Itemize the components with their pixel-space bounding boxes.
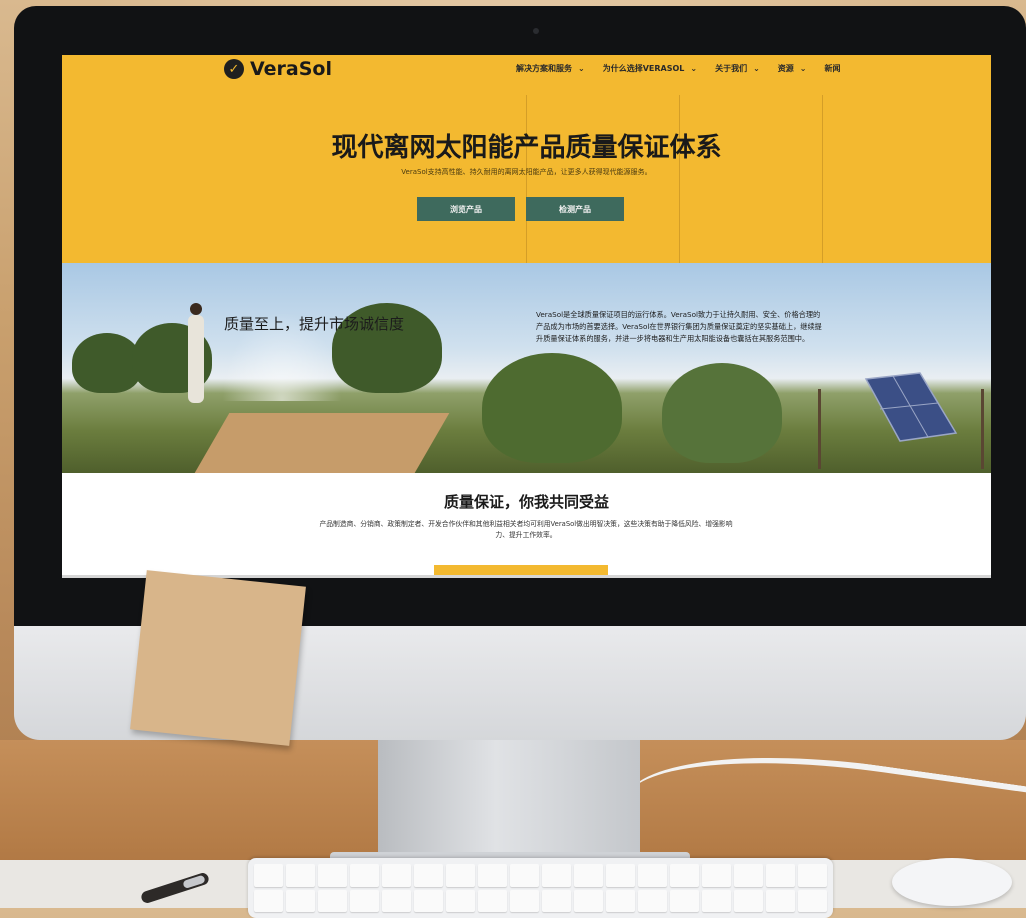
chevron-down-icon: ⌄ <box>799 64 807 73</box>
keyboard-key <box>542 864 571 887</box>
hero-divider <box>679 95 680 265</box>
corn-plants <box>482 353 622 463</box>
banner-headline: 质量至上，提升市场诚信度 <box>224 315 405 333</box>
keyboard-key <box>318 864 347 887</box>
keyboard-key <box>734 889 763 912</box>
mouse <box>892 858 1012 906</box>
keyboard-key <box>798 889 827 912</box>
main-nav: 解决方案和服务 ⌄ 为什么选择VERASOL ⌄ 关于我们 ⌄ 资源 ⌄ 新闻 <box>516 63 840 74</box>
farmer-figure <box>188 303 204 403</box>
keyboard-key <box>414 889 443 912</box>
keyboard-key <box>766 889 795 912</box>
keyboard-key <box>254 864 283 887</box>
nav-item-about[interactable]: 关于我们 ⌄ <box>715 63 760 74</box>
chevron-down-icon: ⌄ <box>690 64 698 73</box>
keyboard-key <box>574 889 603 912</box>
keyboard-key <box>542 889 571 912</box>
sticky-note <box>130 570 306 746</box>
keyboard-key <box>382 889 411 912</box>
keyboard-key <box>414 864 443 887</box>
keyboard-key <box>286 864 315 887</box>
corn-plants <box>662 363 782 463</box>
keyboard-key <box>318 889 347 912</box>
keyboard-key <box>510 864 539 887</box>
keyboard-key <box>446 864 475 887</box>
chevron-down-icon: ⌄ <box>578 64 585 73</box>
keyboard-key <box>350 889 379 912</box>
keyboard-key <box>478 864 507 887</box>
keyboard-key <box>478 889 507 912</box>
dirt-path <box>194 413 450 473</box>
keyboard-key <box>382 864 411 887</box>
test-products-button[interactable]: 检测产品 <box>526 197 624 221</box>
keyboard-key <box>446 889 475 912</box>
keyboard-key <box>254 889 283 912</box>
solar-panel <box>864 372 958 442</box>
nav-item-why-verasol[interactable]: 为什么选择VERASOL ⌄ <box>603 63 697 74</box>
section-cta-button[interactable] <box>434 565 608 575</box>
hero-divider <box>822 95 823 265</box>
keyboard-key <box>574 864 603 887</box>
browse-products-button[interactable]: 浏览产品 <box>417 197 515 221</box>
hero-photo-banner: 质量至上，提升市场诚信度 VeraSol是全球质量保证项目的运行体系。VeraS… <box>62 263 991 473</box>
hero-subtitle: VeraSol支持高性能、持久耐用的离网太阳能产品，让更多人获得现代能源服务。 <box>401 168 652 176</box>
keyboard-key <box>286 889 315 912</box>
keyboard-key <box>734 864 763 887</box>
section-title: 质量保证，你我共同受益 <box>443 493 609 511</box>
hero-section: ✓ VeraSol 解决方案和服务 ⌄ 为什么选择VERASOL ⌄ 关于我们 ⌄ 资… <box>62 55 991 265</box>
keyboard-key <box>350 864 379 887</box>
nav-item-news[interactable]: 新闻 <box>824 63 840 74</box>
nav-item-resources[interactable]: 资源 ⌄ <box>778 63 807 74</box>
banner-description: VeraSol是全球质量保证项目的运行体系。VeraSol致力于让持久耐用、安全… <box>536 310 822 343</box>
keyboard-key <box>638 889 667 912</box>
keyboard-key <box>798 864 827 887</box>
browser-screen: ✓ VeraSol 解决方案和服务 ⌄ 为什么选择VERASOL ⌄ 关于我们 ⌄ 资… <box>62 55 991 575</box>
keyboard-key <box>670 864 699 887</box>
keyboard-key <box>670 889 699 912</box>
keyboard-key <box>638 864 667 887</box>
nav-item-solutions[interactable]: 解决方案和服务 ⌄ <box>516 63 585 74</box>
benefits-section: 质量保证，你我共同受益 产品制造商、分销商、政策制定者、开发合作伙伴和其他利益相… <box>62 473 991 575</box>
keyboard-key <box>702 889 731 912</box>
check-circle-icon: ✓ <box>224 59 244 79</box>
keyboard-key <box>702 864 731 887</box>
monitor-stand <box>378 740 640 865</box>
keyboard-key <box>510 889 539 912</box>
keyboard-key <box>606 889 635 912</box>
keyboard <box>248 858 833 918</box>
page-title: 现代离网太阳能产品质量保证体系 <box>331 133 722 163</box>
brand-name: VeraSol <box>250 58 332 80</box>
keyboard-key <box>766 864 795 887</box>
hero-divider <box>526 95 527 265</box>
chevron-down-icon: ⌄ <box>753 64 760 73</box>
section-text: 产品制造商、分销商、政策制定者、开发合作伙伴和其他利益相关者均可利用VeraSo… <box>319 520 733 539</box>
site-logo[interactable]: ✓ VeraSol <box>224 58 332 80</box>
camera-icon <box>533 28 539 34</box>
keyboard-key <box>606 864 635 887</box>
